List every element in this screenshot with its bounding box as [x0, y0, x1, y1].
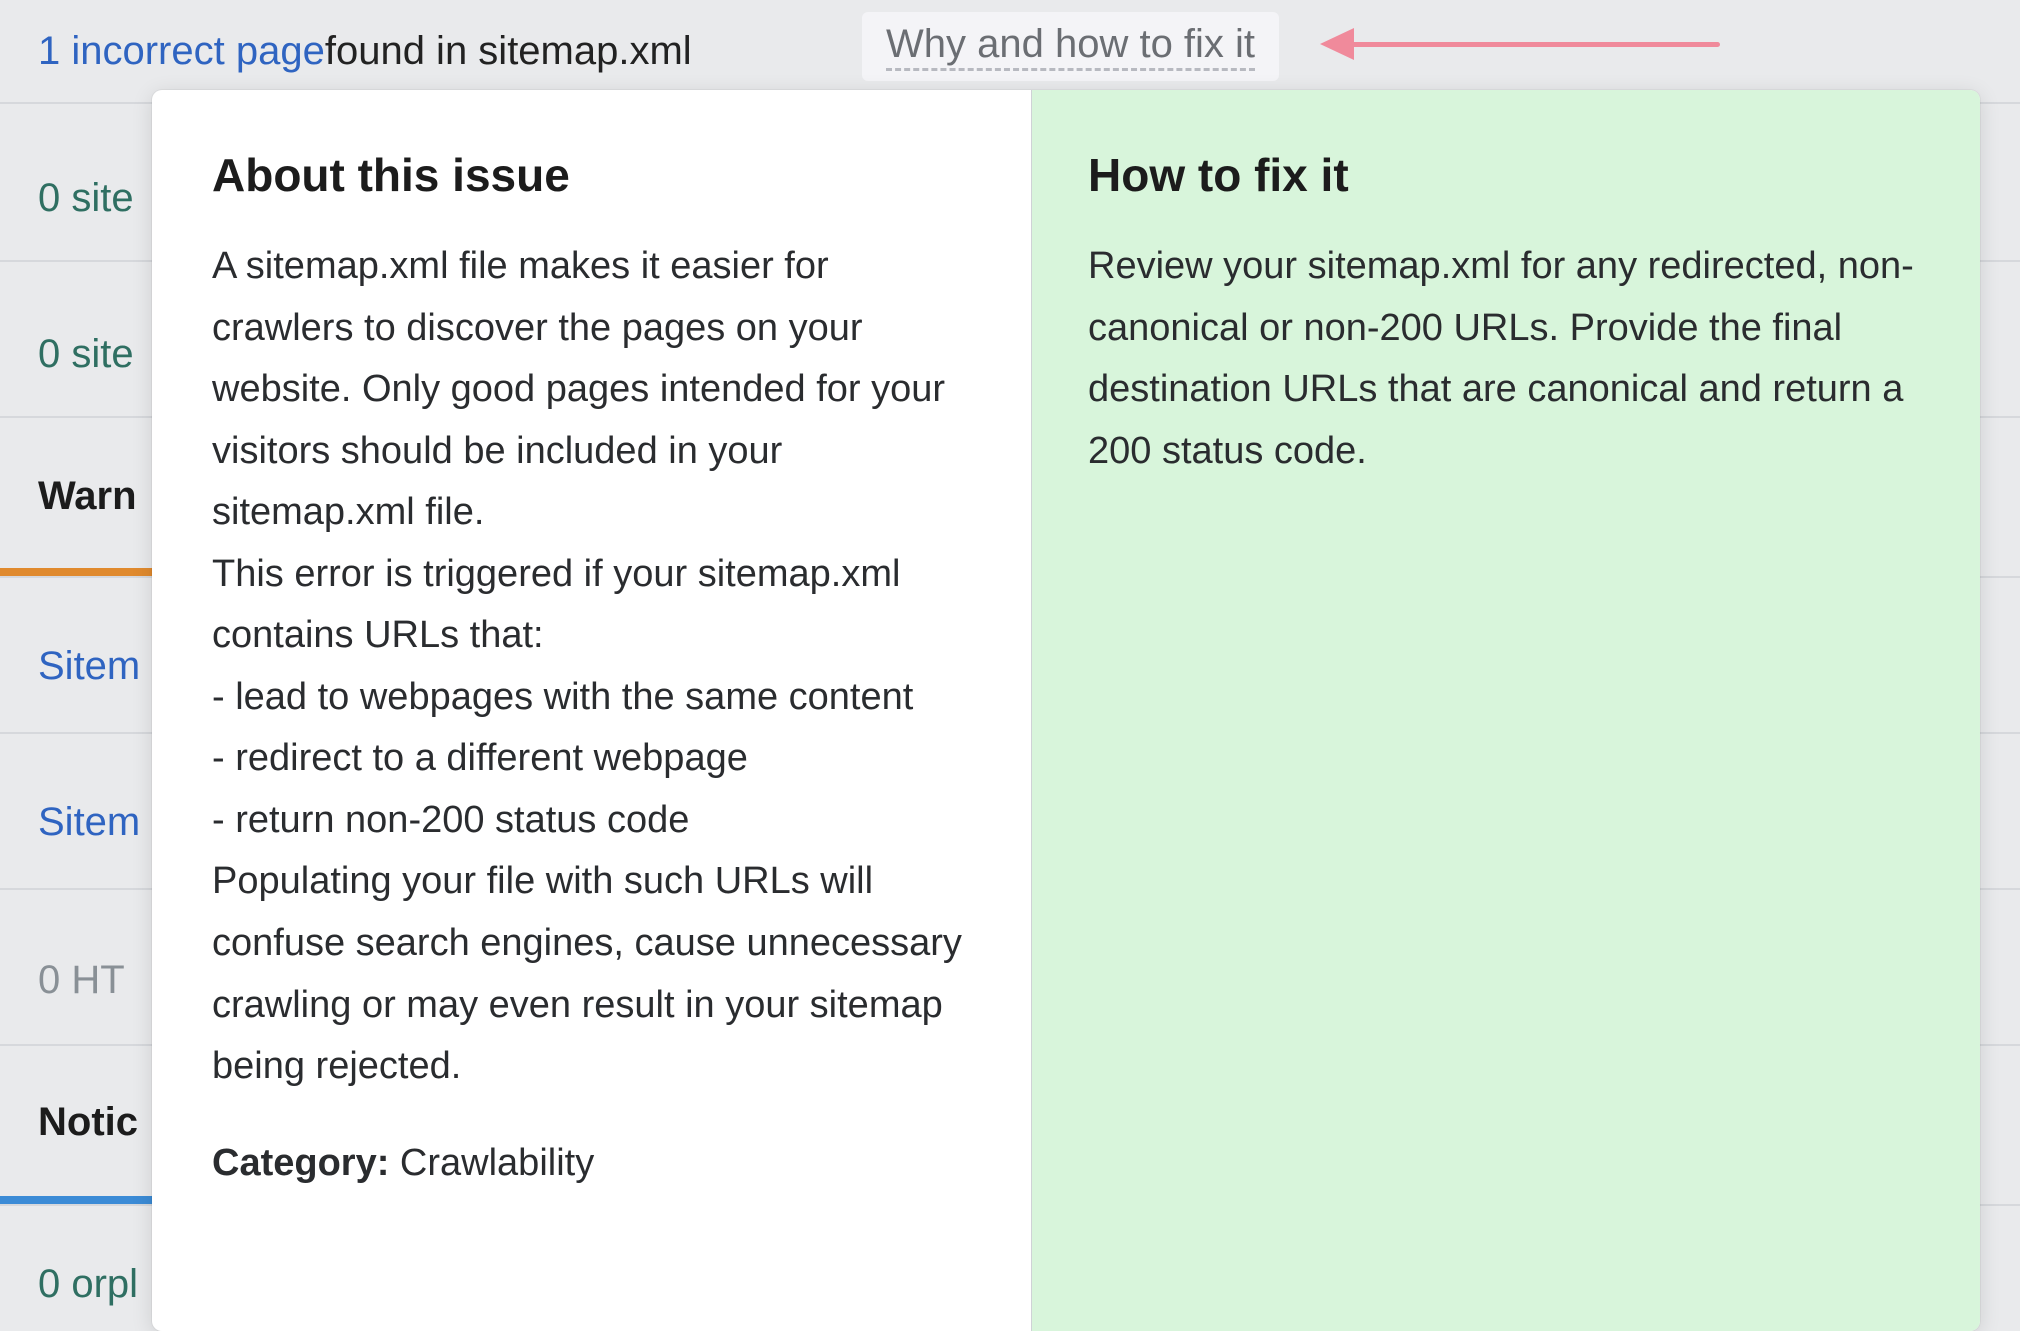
- warnings-underline: [0, 568, 152, 576]
- sidebar-item[interactable]: Sitem: [38, 800, 140, 845]
- issue-header-tail: found in sitemap.xml: [325, 29, 692, 74]
- why-and-how-link[interactable]: Why and how to fix it: [862, 12, 1279, 81]
- about-body: A sitemap.xml file makes it easier for c…: [212, 236, 975, 1098]
- about-heading: About this issue: [212, 148, 975, 202]
- category-row: Category: Crawlability: [212, 1142, 975, 1185]
- category-value: Crawlability: [389, 1142, 594, 1184]
- sidebar-item[interactable]: 0 site: [38, 332, 134, 377]
- fix-body: Review your sitemap.xml for any redirect…: [1088, 236, 1924, 482]
- sidebar-heading-notices: Notic: [38, 1100, 138, 1145]
- sidebar-item[interactable]: 0 site: [38, 176, 134, 221]
- sidebar-item[interactable]: 0 orpl: [38, 1262, 138, 1307]
- incorrect-pages-link[interactable]: 1 incorrect page: [38, 29, 325, 74]
- sidebar-item[interactable]: Sitem: [38, 644, 140, 689]
- why-and-how-label: Why and how to fix it: [886, 22, 1255, 71]
- fix-column: How to fix it Review your sitemap.xml fo…: [1032, 90, 1980, 1331]
- fix-heading: How to fix it: [1088, 148, 1924, 202]
- notices-underline: [0, 1196, 152, 1204]
- sidebar-heading-warnings: Warn: [38, 474, 137, 519]
- category-label: Category:: [212, 1142, 389, 1184]
- sidebar-item[interactable]: 0 HT: [38, 958, 125, 1003]
- background-list: 1 incorrect page found in sitemap.xml Wh…: [0, 0, 2020, 1331]
- issue-detail-popup: About this issue A sitemap.xml file make…: [152, 90, 1980, 1331]
- about-column: About this issue A sitemap.xml file make…: [152, 90, 1032, 1331]
